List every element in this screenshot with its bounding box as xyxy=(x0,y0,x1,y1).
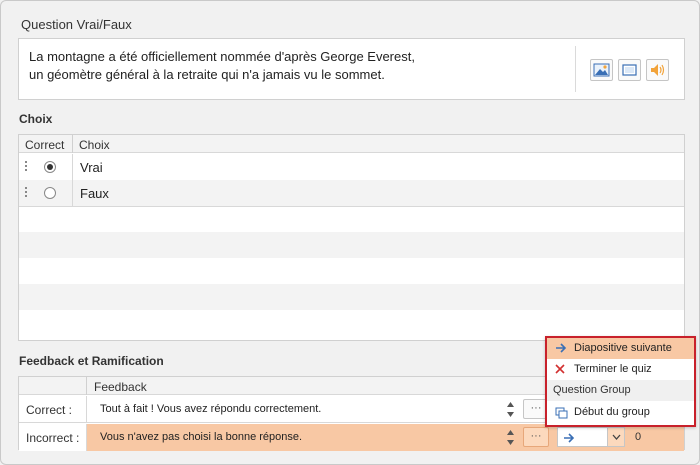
column-header-correct: Correct xyxy=(25,138,65,152)
choices-section-label: Choix xyxy=(19,112,53,126)
chevron-down-icon xyxy=(612,434,621,440)
menu-item-end-quiz[interactable]: Terminer le quiz xyxy=(547,359,694,380)
choices-grid-header: Correct Choix xyxy=(19,135,684,153)
column-divider xyxy=(72,180,73,206)
choice-row-vrai[interactable]: Vrai xyxy=(19,154,684,180)
empty-row[interactable] xyxy=(19,284,684,310)
image-icon xyxy=(593,63,610,77)
feedback-label-incorrect: Incorrect : xyxy=(26,431,80,445)
drag-handle-icon[interactable] xyxy=(25,187,28,199)
column-divider xyxy=(72,154,73,180)
choice-text-vrai[interactable]: Vrai xyxy=(80,160,103,175)
spinner-icon[interactable] xyxy=(506,428,515,447)
feedback-field-correct[interactable]: Tout à fait ! Vous avez répondu correcte… xyxy=(87,396,519,423)
column-header-feedback: Feedback xyxy=(94,380,147,394)
audio-icon xyxy=(651,64,665,76)
group-icon xyxy=(555,407,568,419)
empty-row[interactable] xyxy=(19,310,684,336)
question-line-1: La montagne a été officiellement nommée … xyxy=(29,49,415,64)
question-text-box[interactable]: La montagne a été officiellement nommée … xyxy=(18,38,685,100)
question-line-2: un géomètre général à la retraite qui n'… xyxy=(29,67,385,82)
insert-audio-button[interactable] xyxy=(646,59,669,81)
correct-radio-faux[interactable] xyxy=(44,187,56,199)
close-icon xyxy=(555,364,565,374)
question-editor-panel: Question Vrai/Faux La montagne a été off… xyxy=(0,0,700,465)
branch-select[interactable] xyxy=(557,427,625,447)
empty-row[interactable] xyxy=(19,206,684,232)
insert-video-button[interactable] xyxy=(618,59,641,81)
choices-grid: Correct Choix Vrai Faux xyxy=(18,134,685,341)
drag-handle-icon[interactable] xyxy=(25,161,28,173)
page-title: Question Vrai/Faux xyxy=(21,17,132,32)
correct-radio-vrai[interactable] xyxy=(44,161,56,173)
menu-item-label: Début du group xyxy=(574,406,650,418)
feedback-section-label: Feedback et Ramification xyxy=(19,354,164,368)
divider xyxy=(575,46,576,92)
arrow-right-icon xyxy=(556,343,567,353)
branch-dropdown-toggle[interactable] xyxy=(607,428,624,446)
video-icon xyxy=(622,64,637,76)
feedback-row-incorrect: Incorrect : Vous n'avez pas choisi la bo… xyxy=(19,424,684,451)
menu-item-label: Terminer le quiz xyxy=(574,363,652,375)
menu-item-group-start[interactable]: Début du group xyxy=(547,402,694,423)
feedback-options-button[interactable]: ··· xyxy=(523,427,549,447)
choice-row-faux[interactable]: Faux xyxy=(19,180,684,206)
arrow-right-icon xyxy=(564,433,575,443)
choice-text-faux[interactable]: Faux xyxy=(80,186,109,201)
insert-image-button[interactable] xyxy=(590,59,613,81)
menu-item-label: Diapositive suivante xyxy=(574,342,672,354)
menu-group-header: Question Group xyxy=(547,380,694,401)
branch-score: 0 xyxy=(635,431,642,443)
feedback-label-correct: Correct : xyxy=(26,403,73,417)
column-divider xyxy=(72,135,73,153)
column-header-choice: Choix xyxy=(79,138,110,152)
spinner-icon[interactable] xyxy=(506,400,515,419)
branch-dropdown-menu: Diapositive suivante Terminer le quiz Qu… xyxy=(545,336,696,427)
menu-item-next-slide[interactable]: Diapositive suivante xyxy=(547,338,694,359)
empty-row[interactable] xyxy=(19,232,684,258)
column-divider xyxy=(86,377,87,395)
empty-row[interactable] xyxy=(19,258,684,284)
question-text[interactable]: La montagne a été officiellement nommée … xyxy=(29,48,549,84)
feedback-field-incorrect[interactable]: Vous n'avez pas choisi la bonne réponse. xyxy=(87,424,519,451)
